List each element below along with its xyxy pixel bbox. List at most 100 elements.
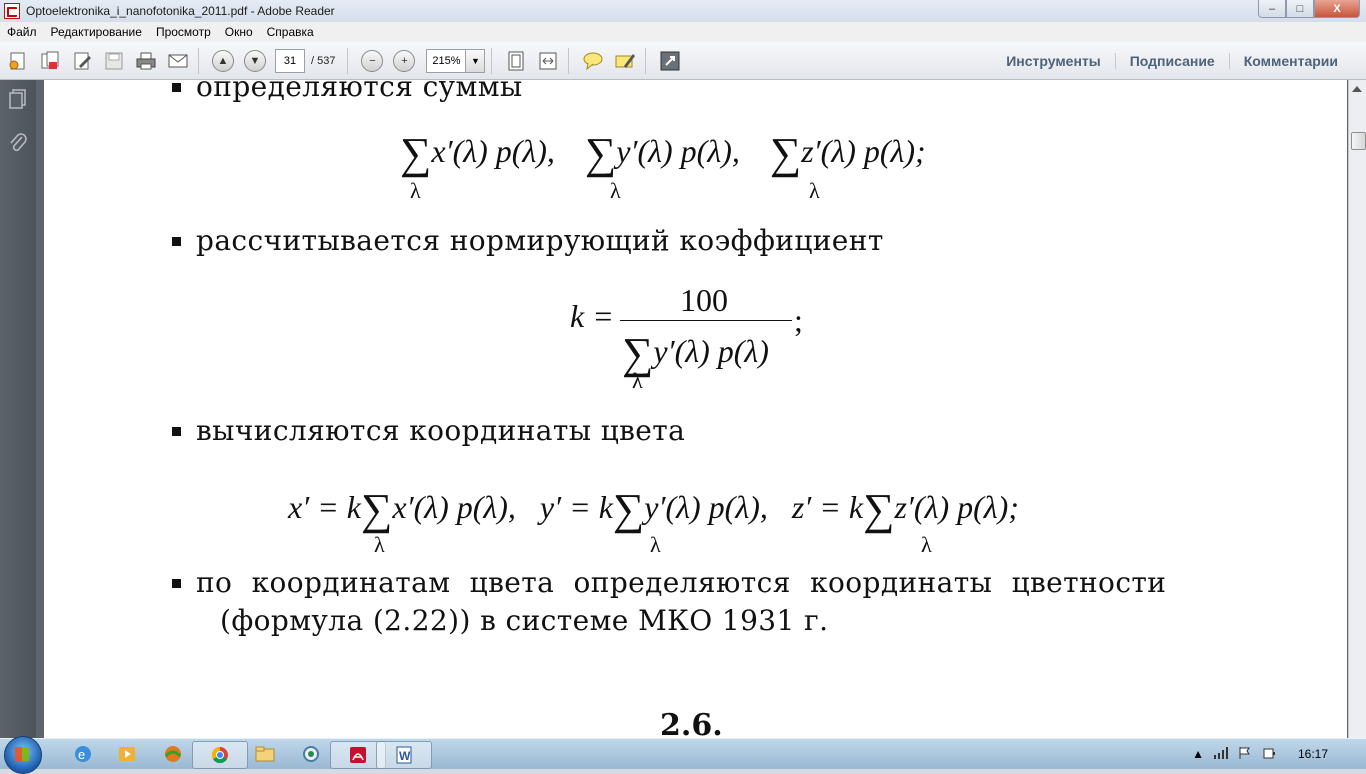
create-pdf-button[interactable]	[4, 47, 32, 75]
sum-index: λ	[610, 178, 621, 203]
create-pdf-icon	[9, 52, 25, 69]
email-button[interactable]	[164, 47, 192, 75]
scroll-up-icon[interactable]	[1352, 86, 1362, 92]
sum-index: λ	[921, 532, 932, 557]
vertical-scrollbar[interactable]	[1348, 80, 1366, 738]
toolbar: ▲ ▼ 31 / 537 − + 215% ▼ Инструменты Подп…	[0, 42, 1366, 80]
sum-index: λ	[410, 178, 421, 203]
formula-term: z′(λ) p(λ);	[894, 489, 1019, 525]
media-player-icon	[119, 747, 135, 761]
save-button[interactable]	[100, 47, 128, 75]
signal-icon[interactable]	[1213, 746, 1228, 762]
zoom-in-button[interactable]: +	[390, 47, 418, 75]
chevron-down-icon: ▼	[471, 55, 480, 66]
section-number: 2.6.	[660, 708, 723, 738]
formula-term: z′ = k	[791, 489, 864, 525]
formula-k: k =	[570, 298, 614, 334]
fit-page-button[interactable]	[502, 47, 530, 75]
sticky-note-icon	[583, 52, 603, 70]
adobe-reader-icon	[350, 747, 366, 763]
menu-view[interactable]: Просмотр	[149, 25, 218, 39]
bullet-chromaticity-continued: (формула (2.22)) в системе МКО 1931 г.	[220, 604, 829, 637]
formula-term: y′(λ) p(λ),	[644, 489, 768, 525]
show-hidden-icons-icon[interactable]: ▲	[1192, 747, 1204, 761]
folder-icon	[255, 746, 275, 762]
combine-files-button[interactable]	[36, 47, 64, 75]
taskbar-word[interactable]: W	[376, 741, 432, 769]
sum-symbol: ∑	[584, 129, 617, 178]
next-page-button[interactable]: ▼	[241, 47, 269, 75]
bullet-sums: определяются суммы	[172, 80, 523, 103]
formula-term: y′(λ) p(λ)	[653, 333, 769, 369]
flag-icon[interactable]	[1238, 746, 1252, 763]
formula-sums: ∑x′(λ) p(λ), ∑y′(λ) p(λ), ∑z′(λ) p(λ);	[400, 126, 926, 176]
menu-edit[interactable]: Редактирование	[44, 25, 149, 39]
toolbar-separator	[491, 47, 493, 74]
tab-sign[interactable]: Подписание	[1114, 52, 1229, 69]
toolbar-separator	[645, 47, 647, 74]
minimize-button[interactable]: –	[1258, 0, 1286, 18]
email-icon	[168, 54, 188, 67]
maximize-button[interactable]: □	[1286, 0, 1314, 18]
title-bar: Optoelektronika_i_nanofotonika_2011.pdf …	[0, 0, 1366, 22]
navigation-panel	[0, 80, 36, 738]
zoom-out-button[interactable]: −	[358, 47, 386, 75]
sum-index: λ	[809, 178, 820, 203]
page-total: / 537	[311, 54, 336, 67]
power-icon[interactable]	[1262, 746, 1276, 763]
print-icon	[136, 52, 156, 69]
network-icon	[303, 746, 319, 762]
arrow-down-icon: ▼	[244, 49, 266, 72]
page-number-input[interactable]: 31	[275, 48, 305, 73]
window-controls: – □ X	[1258, 0, 1360, 18]
sum-index: λ	[632, 368, 643, 393]
highlight-button[interactable]	[611, 47, 639, 75]
scrollbar-thumb[interactable]	[1351, 132, 1366, 150]
toolbar-separator	[568, 47, 570, 74]
menu-help[interactable]: Справка	[260, 25, 321, 39]
sum-symbol: ∑	[612, 485, 645, 534]
fraction-bar	[620, 320, 792, 321]
fit-page-icon	[508, 51, 524, 70]
fullscreen-button[interactable]	[656, 47, 684, 75]
formula-numerator: 100	[680, 282, 728, 318]
previous-page-button[interactable]: ▲	[209, 47, 237, 75]
arrow-up-icon: ▲	[212, 49, 234, 72]
menu-file[interactable]: Файл	[0, 25, 44, 39]
app-icon	[164, 746, 182, 762]
window-title: Optoelektronika_i_nanofotonika_2011.pdf …	[26, 4, 335, 18]
formula-term: z′(λ) p(λ);	[801, 133, 926, 169]
menu-window[interactable]: Окно	[218, 25, 260, 39]
adobe-reader-icon	[4, 3, 20, 19]
bullet-color-coordinates: вычисляются координаты цвета	[171, 414, 686, 447]
formula-lhs: k =	[570, 298, 614, 335]
menu-bar: Файл Редактирование Просмотр Окно Справк…	[0, 22, 1366, 42]
expand-icon	[660, 51, 680, 70]
tab-tools[interactable]: Инструменты	[992, 53, 1115, 69]
formula-term: x′(λ) p(λ),	[431, 133, 555, 169]
print-button[interactable]	[132, 47, 160, 75]
edit-document-icon	[74, 52, 91, 69]
document-page: определяются суммы ∑x′(λ) p(λ), ∑y′(λ) p…	[44, 80, 1347, 738]
internet-explorer-icon: e	[75, 746, 91, 762]
fit-width-button[interactable]	[534, 47, 562, 75]
comment-button[interactable]	[579, 47, 607, 75]
plus-icon: +	[393, 49, 416, 72]
zoom-input[interactable]: 215%	[426, 48, 467, 73]
save-icon	[105, 52, 123, 69]
formula-term: y′(λ) p(λ),	[616, 133, 740, 169]
formula-term: x′(λ) p(λ),	[392, 489, 516, 525]
sum-symbol: ∑	[863, 485, 895, 534]
zoom-dropdown-button[interactable]: ▼	[466, 48, 486, 73]
minus-icon: −	[361, 49, 384, 72]
tab-comments[interactable]: Комментарии	[1228, 52, 1352, 69]
edit-button[interactable]	[68, 47, 96, 75]
right-panel-tabs: Инструменты Подписание Комментарии	[992, 42, 1352, 79]
page-thumbnails-icon[interactable]	[8, 88, 28, 110]
clock[interactable]: 16:17	[1298, 747, 1328, 761]
highlight-icon	[615, 53, 636, 68]
close-button[interactable]: X	[1314, 0, 1360, 18]
attachments-icon[interactable]	[8, 132, 28, 154]
start-button[interactable]	[4, 736, 42, 774]
chrome-icon	[211, 746, 228, 764]
